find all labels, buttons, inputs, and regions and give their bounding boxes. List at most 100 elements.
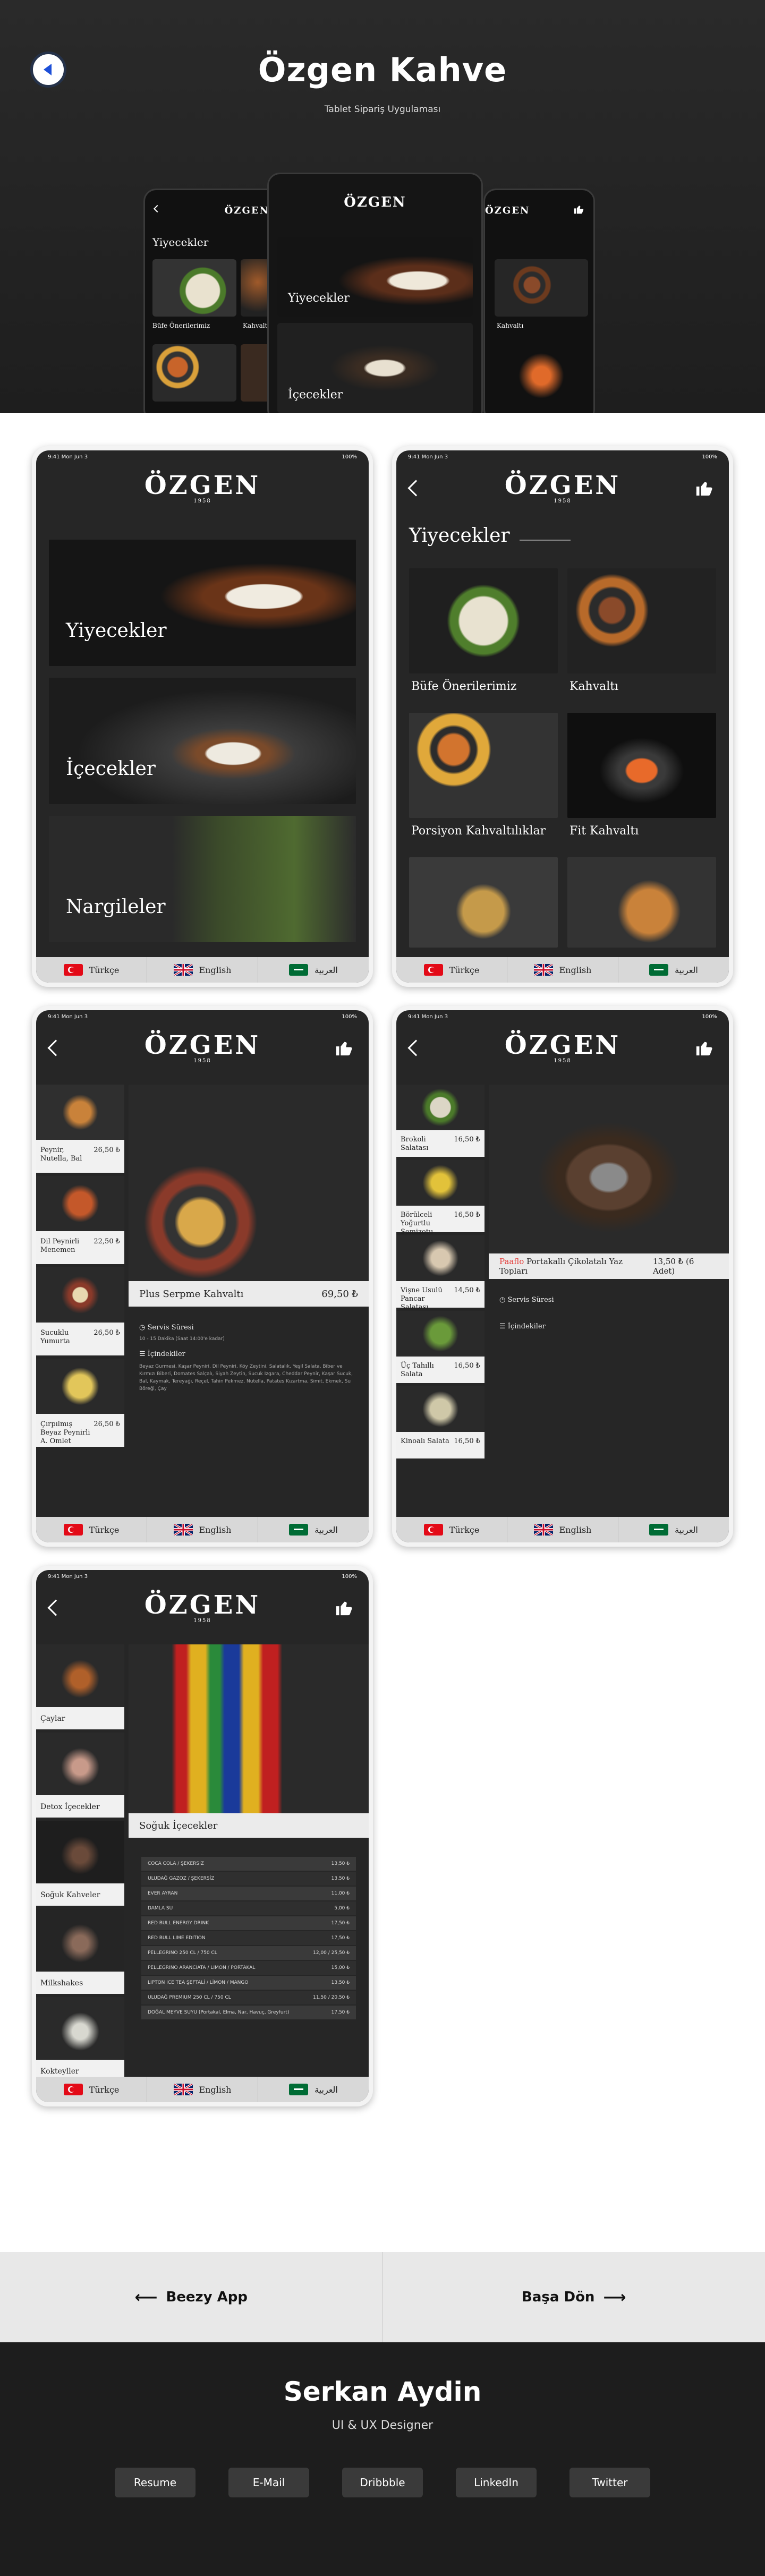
- list-item[interactable]: Çırpılmış Beyaz Peynirli A. Omlet26,50 ₺: [36, 1359, 124, 1447]
- lang-english[interactable]: English: [507, 1517, 618, 1542]
- tile-extra-2[interactable]: [567, 857, 716, 948]
- table-row[interactable]: DOĞAL MEYVE SUYU (Portakal, Elma, Nar, H…: [141, 2006, 356, 2019]
- lang-label: English: [559, 1525, 592, 1535]
- category-icecekler[interactable]: İçecekler: [49, 678, 356, 804]
- thumbs-up-icon[interactable]: [695, 479, 713, 497]
- list-item-photo: [36, 1821, 124, 1883]
- table-row[interactable]: ULUDAĞ GAZOZ / ŞEKERSİZ13,50 ₺: [141, 1872, 356, 1886]
- lang-english[interactable]: English: [147, 957, 258, 983]
- lang-english[interactable]: English: [147, 1517, 258, 1542]
- service-time: ◷ Servis Süresi: [499, 1296, 554, 1304]
- screens-section: 9:41 Mon Jun 3100% ÖZGEN1958 Yiyecekler …: [0, 413, 765, 2252]
- list-item[interactable]: Peynir, Nutella, Bal26,50 ₺: [36, 1085, 124, 1173]
- list-item[interactable]: Detox İçecekler: [36, 1733, 124, 1818]
- turkey-flag-icon: [424, 1524, 443, 1536]
- list-item[interactable]: Vişne Usulü Pancar Salatası14,50 ₺: [396, 1235, 484, 1308]
- status-bar: 9:41 Mon Jun 3100%: [36, 450, 369, 463]
- table-row[interactable]: PELLEGRINO 250 CL / 750 CL12,00 / 25,50 …: [141, 1946, 356, 1960]
- lang-arabic[interactable]: العربية: [258, 2077, 369, 2102]
- list-item-name: Vişne Usulü Pancar Salatası: [401, 1286, 454, 1312]
- tile-kahvalti[interactable]: [567, 568, 716, 673]
- table-row[interactable]: ULUDAĞ PREMIUM 250 CL / 750 CL11,50 / 20…: [141, 1991, 356, 2004]
- list-item[interactable]: Sucuklu Yumurta26,50 ₺: [36, 1267, 124, 1355]
- tile-bufe[interactable]: [409, 568, 558, 673]
- resume-button[interactable]: Resume: [115, 2468, 196, 2497]
- list-item-price: 22,50 ₺: [94, 1238, 120, 1246]
- lang-turkish[interactable]: Türkçe: [36, 1517, 147, 1542]
- product-hero-image: [129, 1644, 369, 1813]
- ingredients-label: İçindekiler: [148, 1350, 185, 1358]
- lang-turkish[interactable]: Türkçe: [396, 1517, 507, 1542]
- product-name: Plus Serpme Kahvaltı: [139, 1289, 243, 1300]
- list-item-photo: [36, 1997, 124, 2060]
- lang-arabic[interactable]: العربية: [258, 1517, 369, 1542]
- brand-logo: ÖZGEN1958: [36, 473, 369, 505]
- list-item-photo: [36, 1733, 124, 1795]
- list-item[interactable]: Çaylar: [36, 1644, 124, 1729]
- thumbs-up-icon[interactable]: [335, 1039, 353, 1057]
- lang-arabic[interactable]: العربية: [618, 957, 729, 983]
- twitter-button[interactable]: Twitter: [570, 2468, 650, 2497]
- table-row[interactable]: LIPTON ICE TEA ŞEFTALİ / LİMON / MANGO13…: [141, 1976, 356, 1990]
- tile-porsiyon-label: Porsiyon Kahvaltılıklar: [411, 824, 546, 838]
- thumbs-up-icon[interactable]: [335, 1599, 353, 1617]
- table-row[interactable]: PELLEGRINO ARANCIATA / LIMON / PORTAKAL1…: [141, 1961, 356, 1975]
- list-item[interactable]: Üç Tahıllı Salata16,50 ₺: [396, 1311, 484, 1383]
- brand-logo: ÖZGEN1958: [396, 473, 729, 505]
- thumbs-up-icon[interactable]: [695, 1039, 713, 1057]
- lang-turkish[interactable]: Türkçe: [36, 2077, 147, 2102]
- arabic-flag-icon: [649, 1524, 668, 1536]
- list-item-name: Brokoli Salatası: [401, 1136, 454, 1153]
- table-row[interactable]: EVER AYRAN11,00 ₺: [141, 1887, 356, 1900]
- list-item-name: Çaylar: [40, 1715, 120, 1723]
- back-to-top-link[interactable]: Başa Dön⟶: [383, 2252, 765, 2342]
- row-name: LIPTON ICE TEA ŞEFTALİ / LİMON / MANGO: [148, 1980, 248, 1985]
- section-bar: Soğuk İçecekler: [129, 1813, 369, 1838]
- list-item[interactable]: Kokteyller: [36, 1997, 124, 2077]
- lang-label: English: [199, 1525, 232, 1535]
- list-item[interactable]: Börülceli Yoğurtlu Semizotu16,50 ₺: [396, 1160, 484, 1232]
- list-item[interactable]: Soğuk Kahveler: [36, 1821, 124, 1906]
- list-item-name: Milkshakes: [40, 1979, 120, 1988]
- table-row[interactable]: COCA COLA / ŞEKERSİZ13,50 ₺: [141, 1857, 356, 1871]
- dribbble-button[interactable]: Dribbble: [342, 2468, 423, 2497]
- service-label: Servis Süresi: [147, 1324, 193, 1332]
- lang-english[interactable]: English: [507, 957, 618, 983]
- uk-flag-icon: [174, 1524, 193, 1536]
- lang-turkish[interactable]: Türkçe: [36, 957, 147, 983]
- product-title: Paaflo Portakallı Çikolatalı Yaz Topları: [499, 1257, 653, 1276]
- designer-name: Serkan Aydin: [0, 2376, 765, 2407]
- lang-turkish[interactable]: Türkçe: [396, 957, 507, 983]
- row-price: 11,00 ₺: [332, 1891, 350, 1896]
- list-item-photo: [396, 1085, 484, 1130]
- category-yiyecekler[interactable]: Yiyecekler: [49, 540, 356, 666]
- table-row[interactable]: RED BULL ENERGY DRINK17,50 ₺: [141, 1916, 356, 1930]
- list-item-photo: [36, 1644, 124, 1707]
- list-item[interactable]: Milkshakes: [36, 1909, 124, 1994]
- arabic-flag-icon: [289, 964, 308, 976]
- prev-project-link[interactable]: ⟵Beezy App: [0, 2252, 383, 2342]
- logo-year: 1958: [36, 1058, 369, 1064]
- category-nargileler[interactable]: Nargileler: [49, 816, 356, 942]
- table-row[interactable]: DAMLA SU5,00 ₺: [141, 1901, 356, 1915]
- lang-label: Türkçe: [89, 1525, 120, 1535]
- list-item[interactable]: Dil Peynirli Menemen22,50 ₺: [36, 1176, 124, 1264]
- lang-arabic[interactable]: العربية: [618, 1517, 729, 1542]
- clock-icon: ◷: [139, 1324, 147, 1332]
- category-label: Yiyecekler: [66, 620, 167, 642]
- lang-english[interactable]: English: [147, 2077, 258, 2102]
- table-row[interactable]: RED BULL LIME EDITION17,50 ₺: [141, 1931, 356, 1945]
- list-icon: ☰: [139, 1350, 148, 1358]
- lang-arabic[interactable]: العربية: [258, 957, 369, 983]
- section-divider: [520, 540, 571, 541]
- tile-extra-1[interactable]: [409, 857, 558, 948]
- list-item[interactable]: Kinoalı Salata16,50 ₺: [396, 1386, 484, 1458]
- list-item[interactable]: Brokoli Salatası16,50 ₺: [396, 1085, 484, 1157]
- linkedin-button[interactable]: LinkedIn: [456, 2468, 537, 2497]
- tile-fit[interactable]: [567, 713, 716, 818]
- email-button[interactable]: E-Mail: [228, 2468, 309, 2497]
- product-detail: Plus Serpme Kahvaltı69,50 ₺ ◷ Servis Sür…: [129, 1085, 369, 1517]
- lang-label: English: [559, 965, 592, 975]
- tile-porsiyon[interactable]: [409, 713, 558, 818]
- status-bar: 9:41 Mon Jun 3100%: [396, 450, 729, 463]
